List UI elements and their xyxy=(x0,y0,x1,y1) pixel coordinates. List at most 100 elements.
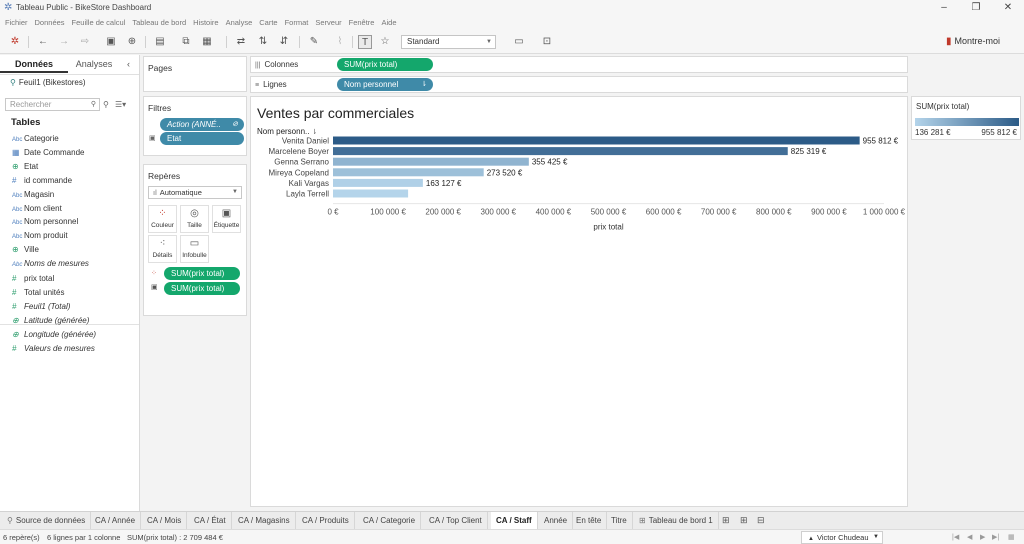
bar[interactable] xyxy=(333,189,409,198)
field-item[interactable]: Abc Nom client xyxy=(12,202,62,215)
filter-pill-action[interactable]: Action (ANNÉ.. ⊘ xyxy=(160,118,244,131)
bar[interactable] xyxy=(333,157,529,166)
fix-axes-icon[interactable]: ☆ xyxy=(378,35,392,49)
filter-icon[interactable]: ⚲ xyxy=(103,100,109,109)
bar[interactable] xyxy=(333,147,788,156)
menu-donnees[interactable]: Données xyxy=(35,16,65,30)
detail-button[interactable]: ⁖ Détails xyxy=(148,235,177,263)
redo-icon[interactable]: → xyxy=(57,35,71,49)
last-sheet-icon[interactable]: ▶| xyxy=(992,533,999,541)
marks-pill-color[interactable]: SUM(prix total) xyxy=(164,267,240,280)
show-me-button[interactable]: ▮ Montre-moi xyxy=(946,36,1000,47)
new-datasource-icon[interactable]: ⊕ xyxy=(125,35,139,49)
sheet-tab[interactable]: CA / Année xyxy=(90,512,142,529)
color-legend[interactable]: SUM(prix total) 136 281 € 955 812 € xyxy=(911,96,1021,140)
field-item[interactable]: ⊕ Etat xyxy=(12,160,38,173)
columns-pill[interactable]: SUM(prix total) xyxy=(337,58,433,71)
menu-fichier[interactable]: Fichier xyxy=(5,16,28,30)
show-cards-icon[interactable]: ▭ xyxy=(512,35,526,49)
size-button[interactable]: ◎ Taille xyxy=(180,205,209,233)
tab-donnees[interactable]: Données xyxy=(0,55,68,73)
menu-serveur[interactable]: Serveur xyxy=(315,16,341,30)
field-item[interactable]: Abc Nom produit xyxy=(12,229,68,242)
new-worksheet-icon[interactable]: ⊞ xyxy=(722,515,730,526)
search-field[interactable]: Rechercher ⚲ xyxy=(5,98,100,111)
minimize-button[interactable]: – xyxy=(928,1,960,15)
new-dashboard-icon[interactable]: ⊞ xyxy=(740,515,748,526)
field-item[interactable]: ⊕ Latitude (générée) xyxy=(12,314,89,327)
tab-data-source[interactable]: ⚲ Source de données xyxy=(2,512,92,529)
sheet-tab[interactable]: CA / État xyxy=(189,512,232,529)
close-button[interactable]: ✕ xyxy=(992,1,1024,15)
presentation-mode-icon[interactable]: ⊡ xyxy=(540,35,554,49)
tab-analyses[interactable]: Analyses xyxy=(68,55,120,73)
rows-pill[interactable]: Nom personnel ⇂ xyxy=(337,78,433,91)
replay-icon[interactable]: ⇨ xyxy=(78,35,92,49)
sheet-tab[interactable]: Année xyxy=(539,512,574,529)
menu-format[interactable]: Format xyxy=(285,16,309,30)
color-button[interactable]: ⁘ Couleur xyxy=(148,205,177,233)
bar[interactable] xyxy=(333,178,423,187)
undo-icon[interactable]: ← xyxy=(36,35,50,49)
field-item[interactable]: ⊕ Ville xyxy=(12,243,39,256)
collapse-pane-icon[interactable]: ‹ xyxy=(127,55,130,73)
marks-pill-label[interactable]: SUM(prix total) xyxy=(164,282,240,295)
filter-pill-etat[interactable]: Etat xyxy=(160,132,244,145)
swap-icon[interactable]: ⇄ xyxy=(234,35,248,49)
sort-ascending-icon[interactable]: ⇅ xyxy=(256,35,270,49)
tableau-home-icon[interactable]: ✲ xyxy=(8,35,22,49)
view-options-icon[interactable]: ☰▾ xyxy=(115,100,126,109)
filters-card[interactable]: Filtres Action (ANNÉ.. ⊘ ▣ Etat xyxy=(143,96,247,156)
field-item[interactable]: Abc Categorie xyxy=(12,132,59,145)
next-sheet-icon[interactable]: ▶ xyxy=(980,533,985,541)
field-item[interactable]: # Valeurs de mesures xyxy=(12,342,95,355)
field-item[interactable]: # id commande xyxy=(12,174,72,187)
new-worksheet-icon[interactable]: ▤ xyxy=(153,35,167,49)
columns-shelf[interactable]: ||| Colonnes SUM(prix total) xyxy=(250,56,908,73)
menu-histoire[interactable]: Histoire xyxy=(193,16,218,30)
sheet-tab[interactable]: CA / Categorie xyxy=(358,512,422,529)
user-menu[interactable]: ▲ Victor Chudeau ▼ xyxy=(801,531,883,544)
field-item[interactable]: Abc Magasin xyxy=(12,188,54,201)
sheet-tab[interactable]: En tête xyxy=(571,512,608,529)
grid-view-icon[interactable]: ▦ xyxy=(1008,533,1015,541)
rows-shelf[interactable]: ≡ Lignes Nom personnel ⇂ xyxy=(250,76,908,93)
field-item[interactable]: Abc Noms de mesures xyxy=(12,257,89,270)
maximize-button[interactable]: ❐ xyxy=(960,1,992,15)
sort-descending-icon[interactable]: ⇵ xyxy=(277,35,291,49)
field-item[interactable]: # prix total xyxy=(12,272,54,285)
new-story-icon[interactable]: ⊟ xyxy=(757,515,765,526)
prev-sheet-icon[interactable]: ◀ xyxy=(967,533,972,541)
sheet-tab[interactable]: ⊞ Tableau de bord 1 xyxy=(634,512,719,529)
mark-type-select[interactable]: ıl Automatique ▼ xyxy=(148,186,242,199)
field-item[interactable]: # Feuil1 (Total) xyxy=(12,300,70,313)
label-button[interactable]: ▣ Étiquette xyxy=(212,205,241,233)
menu-tableau-de-bord[interactable]: Tableau de bord xyxy=(132,16,186,30)
tooltip-button[interactable]: ▭ Infobulle xyxy=(180,235,209,263)
attach-icon[interactable]: ⌇ xyxy=(333,35,347,49)
field-item[interactable]: ⊕ Longitude (générée) xyxy=(12,328,96,341)
menu-analyse[interactable]: Analyse xyxy=(226,16,253,30)
menu-carte[interactable]: Carte xyxy=(259,16,277,30)
first-sheet-icon[interactable]: |◀ xyxy=(952,533,959,541)
sheet-tab[interactable]: CA / Staff xyxy=(491,512,538,529)
show-labels-icon[interactable]: T xyxy=(358,35,372,49)
bar[interactable] xyxy=(333,168,484,177)
menu-feuille-de-calcul[interactable]: Feuille de calcul xyxy=(72,16,126,30)
field-item[interactable]: # Total unités xyxy=(12,286,64,299)
sheet-tab[interactable]: CA / Magasins xyxy=(233,512,296,529)
menu-aide[interactable]: Aide xyxy=(381,16,396,30)
duplicate-icon[interactable]: ⧉ xyxy=(179,35,193,49)
menu-fenetre[interactable]: Fenêtre xyxy=(349,16,375,30)
sheet-tab[interactable]: CA / Produits xyxy=(297,512,355,529)
clear-sheet-icon[interactable]: ▦ xyxy=(200,35,214,49)
bar[interactable] xyxy=(333,136,860,145)
datasource-item[interactable]: ⚲ Feuil1 (Bikestores) xyxy=(10,78,86,87)
field-item[interactable]: Abc Nom personnel xyxy=(12,215,78,228)
pages-card[interactable]: Pages xyxy=(143,56,247,92)
save-icon[interactable]: ▣ xyxy=(104,35,118,49)
sheet-tab[interactable]: CA / Top Client xyxy=(424,512,488,529)
highlight-icon[interactable]: ✎ xyxy=(307,35,321,49)
sheet-tab[interactable]: CA / Mois xyxy=(142,512,188,529)
field-item[interactable]: ▦ Date Commande xyxy=(12,146,84,159)
